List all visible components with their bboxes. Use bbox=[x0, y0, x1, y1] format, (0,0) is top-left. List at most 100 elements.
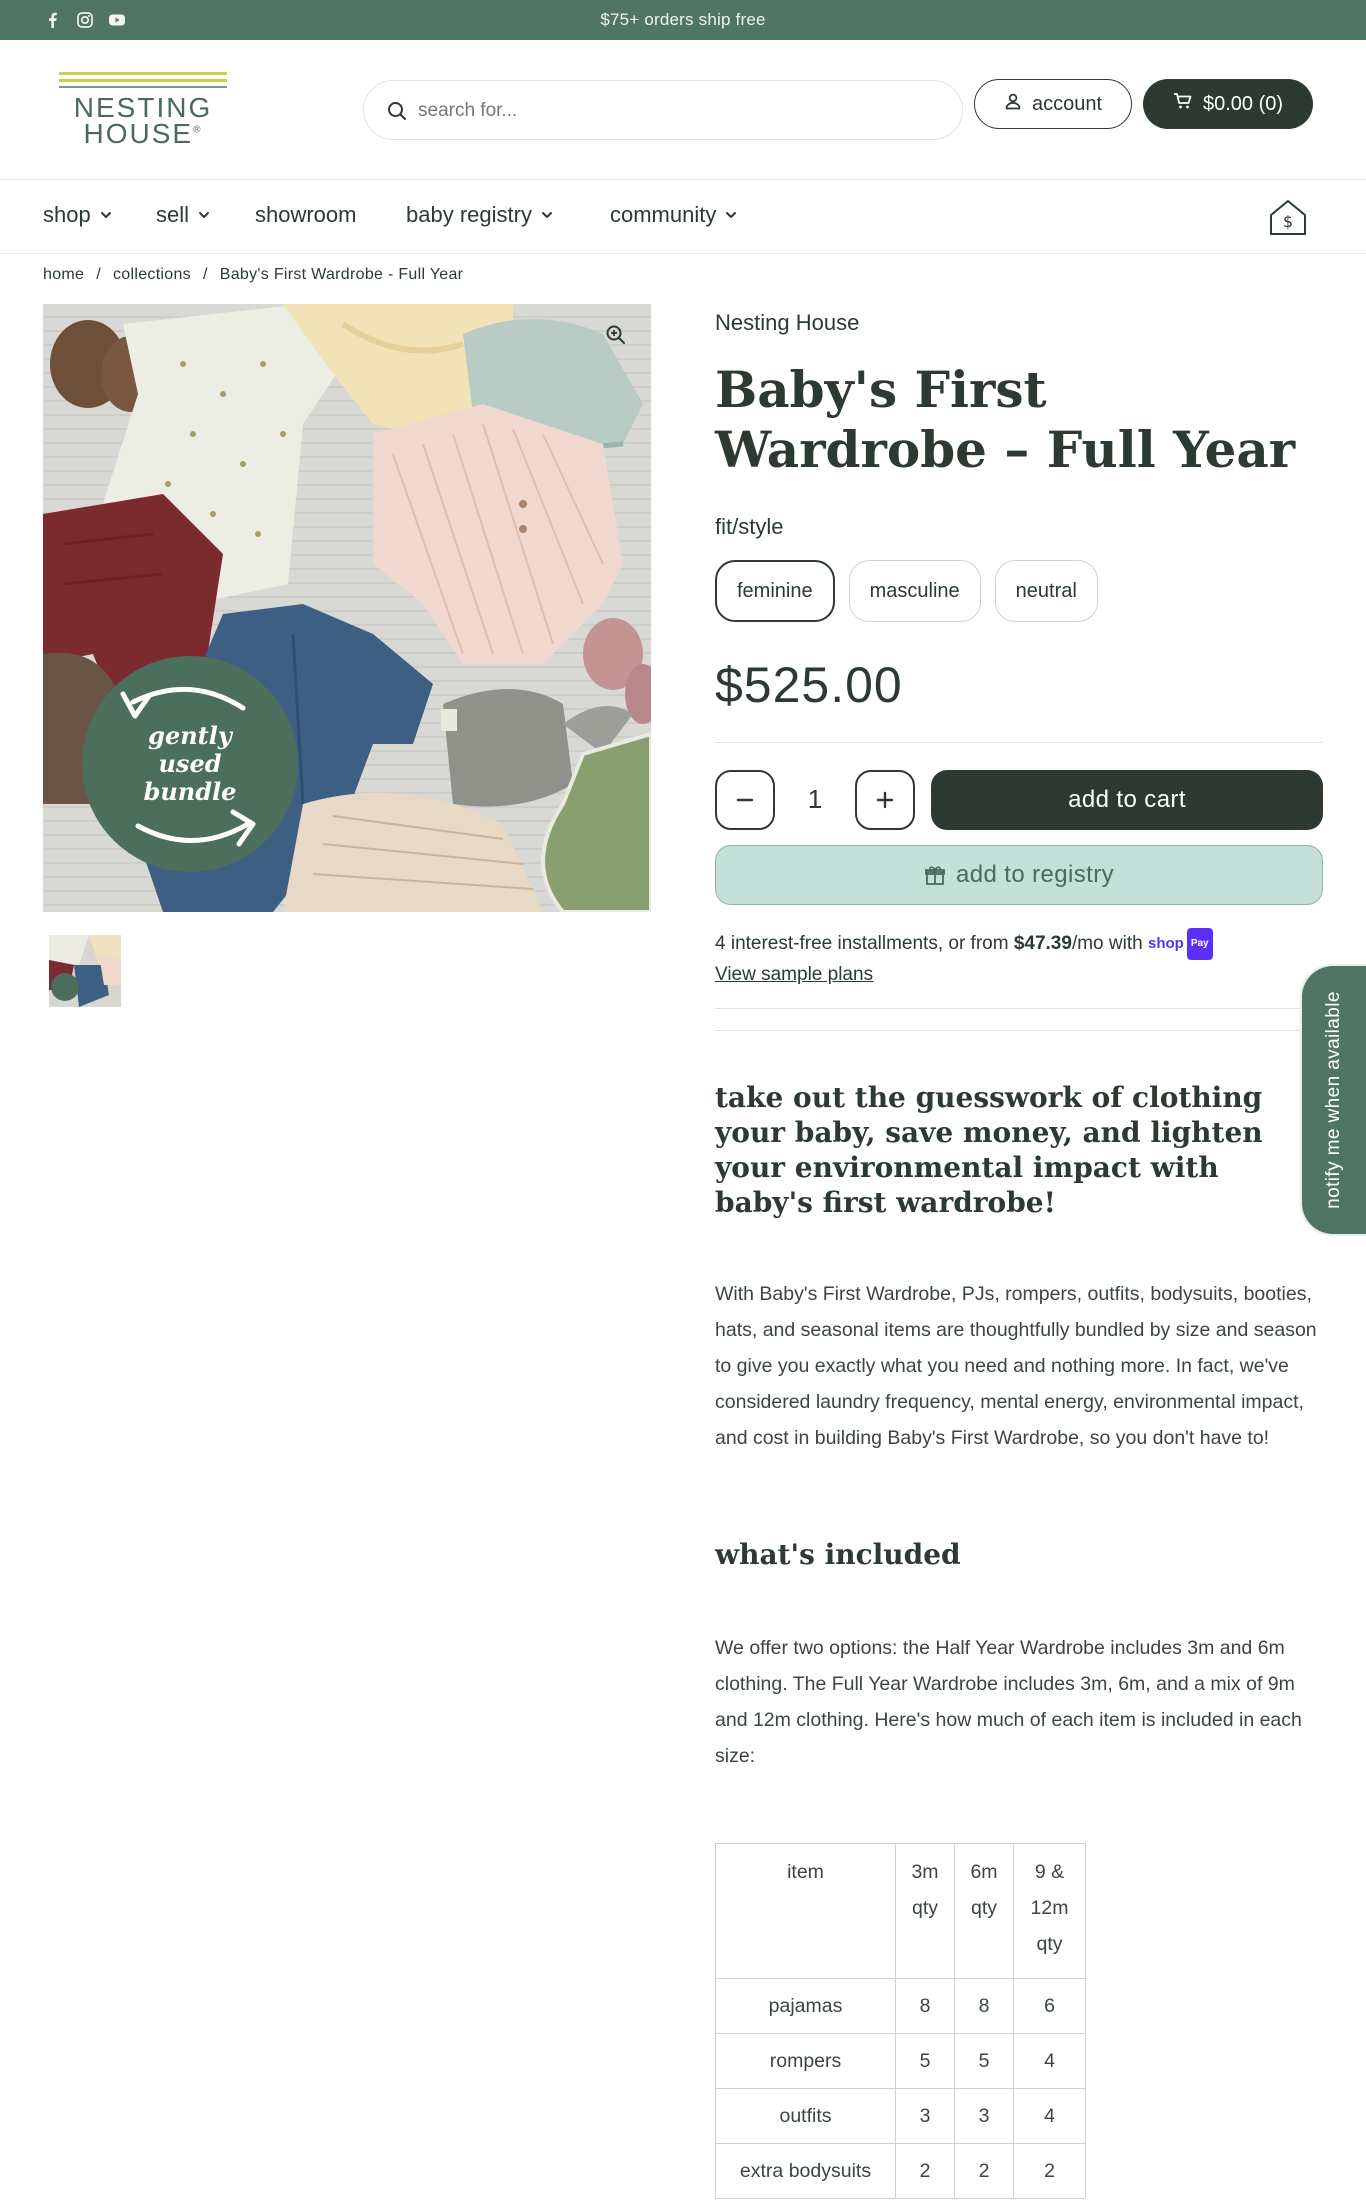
whats-included-text: We offer two options: the Half Year Ward… bbox=[715, 1637, 1302, 1767]
sell-house-dollar-icon[interactable]: $ bbox=[1267, 196, 1309, 238]
user-icon bbox=[1004, 92, 1022, 116]
product-title: Baby's First Wardrobe – Full Year bbox=[715, 360, 1296, 479]
option-feminine[interactable]: feminine bbox=[715, 560, 835, 622]
minus-icon bbox=[736, 798, 754, 802]
quantity-value[interactable]: 1 bbox=[785, 784, 845, 815]
site-header: NESTING HOUSE® account $0.00 (0) bbox=[0, 40, 1366, 180]
badge-line-3: bundle bbox=[144, 777, 237, 806]
nav-item-community[interactable]: community bbox=[610, 202, 738, 228]
nav-label: sell bbox=[156, 202, 190, 227]
option-neutral[interactable]: neutral bbox=[994, 560, 1098, 622]
divider bbox=[715, 1008, 1323, 1009]
table-row: outfits 3 3 4 bbox=[715, 2088, 1086, 2144]
chevron-down-icon bbox=[726, 212, 737, 218]
view-sample-plans-link[interactable]: View sample plans bbox=[715, 964, 873, 985]
table-cell: 3 bbox=[954, 2088, 1014, 2144]
table-cell: 8 bbox=[954, 1978, 1014, 2034]
quantity-increase-button[interactable] bbox=[855, 770, 915, 830]
option-masculine[interactable]: masculine bbox=[848, 560, 981, 622]
table-cell: 2 bbox=[1013, 2143, 1086, 2199]
divider bbox=[715, 742, 1323, 743]
svg-text:$: $ bbox=[1283, 212, 1293, 231]
table-cell: outfits bbox=[715, 2088, 896, 2144]
installments-amount: $47.39 bbox=[1013, 933, 1072, 955]
logo-word-2: HOUSE® bbox=[83, 118, 203, 149]
installments-suffix: /mo with bbox=[1071, 933, 1148, 955]
announcement-text: $75+ orders ship free bbox=[600, 10, 766, 29]
main-nav: shop sell showroom baby registry communi… bbox=[0, 180, 1366, 254]
table-cell: 5 bbox=[954, 2033, 1014, 2089]
table-cell: extra bodysuits bbox=[715, 2143, 896, 2199]
plus-icon bbox=[876, 791, 894, 809]
nav-label: baby registry bbox=[406, 202, 532, 227]
table-cell: rompers bbox=[715, 2033, 896, 2089]
nav-item-showroom[interactable]: showroom bbox=[255, 202, 356, 228]
nav-label: community bbox=[610, 202, 717, 227]
cart-icon bbox=[1173, 92, 1193, 116]
nesting-house-logo[interactable]: NESTING HOUSE® bbox=[57, 70, 229, 149]
breadcrumb-collections[interactable]: collections bbox=[113, 266, 191, 284]
description-headline: take out the guesswork of clothing your … bbox=[715, 1081, 1263, 1219]
cart-total: $0.00 (0) bbox=[1202, 92, 1284, 115]
chevron-down-icon bbox=[100, 212, 111, 218]
search-input[interactable] bbox=[418, 93, 938, 129]
breadcrumb-current: Baby's First Wardrobe - Full Year bbox=[219, 266, 464, 283]
fit-style-options: feminine masculine neutral bbox=[715, 560, 1098, 622]
table-cell: 2 bbox=[895, 2143, 955, 2199]
shop-pay-logo: shop Pay bbox=[1148, 928, 1213, 960]
table-header-row: item 3m qty 6m qty 9 & 12m qty bbox=[715, 1843, 1086, 1979]
table-row: extra bodysuits 2 2 2 bbox=[715, 2143, 1086, 2199]
add-to-cart-button[interactable]: add to cart bbox=[931, 770, 1323, 830]
table-row: pajamas 8 8 6 bbox=[715, 1978, 1086, 2034]
table-header: 3m qty bbox=[895, 1843, 955, 1979]
product-thumbnail[interactable] bbox=[49, 935, 121, 1007]
breadcrumb-separator: / bbox=[96, 266, 101, 283]
table-cell: 8 bbox=[895, 1978, 955, 2034]
search-bar[interactable] bbox=[363, 80, 963, 140]
table-row: rompers 5 5 4 bbox=[715, 2033, 1086, 2089]
notify-when-available-tab[interactable]: notify me when available bbox=[1300, 964, 1366, 1236]
table-cell: 6 bbox=[1013, 1978, 1086, 2034]
add-to-registry-label: add to registry bbox=[955, 861, 1115, 888]
chevron-down-icon bbox=[541, 212, 552, 218]
table-cell: 4 bbox=[1013, 2033, 1086, 2089]
installments-prefix: 4 interest-free installments, or from bbox=[715, 933, 1014, 955]
product-image[interactable]: gently used bundle bbox=[43, 304, 651, 912]
zoom-in-icon[interactable] bbox=[605, 324, 627, 346]
add-to-registry-button[interactable]: add to registry bbox=[715, 845, 1323, 905]
search-icon bbox=[386, 100, 408, 122]
nav-item-sell[interactable]: sell bbox=[156, 202, 211, 228]
table-header: 6m qty bbox=[954, 1843, 1014, 1979]
installments-info: 4 interest-free installments, or from $4… bbox=[715, 928, 1323, 990]
breadcrumb-home[interactable]: home bbox=[43, 266, 84, 284]
option-label: fit/style bbox=[715, 514, 784, 539]
gift-icon bbox=[925, 866, 945, 885]
account-button[interactable]: account bbox=[974, 79, 1132, 129]
nav-item-shop[interactable]: shop bbox=[43, 202, 113, 228]
divider bbox=[715, 1030, 1323, 1031]
notify-label: notify me when available bbox=[1323, 991, 1344, 1209]
description-intro: With Baby's First Wardrobe, PJs, rompers… bbox=[715, 1283, 1317, 1449]
whats-included-heading: what's included bbox=[715, 1538, 961, 1571]
nav-item-baby-registry[interactable]: baby registry bbox=[406, 202, 554, 228]
breadcrumb: home / collections / Baby's First Wardro… bbox=[43, 266, 463, 284]
badge-line-2: used bbox=[158, 749, 221, 778]
clothing-flatlay-illustration: gently used bundle bbox=[43, 304, 651, 912]
product-vendor[interactable]: Nesting House bbox=[715, 310, 859, 336]
cart-button[interactable]: $0.00 (0) bbox=[1143, 79, 1313, 129]
table-cell: 3 bbox=[895, 2088, 955, 2144]
badge-line-1: gently bbox=[148, 721, 234, 750]
quantity-table: item 3m qty 6m qty 9 & 12m qty pajamas 8… bbox=[715, 1843, 1086, 2199]
breadcrumb-separator: / bbox=[203, 266, 208, 283]
account-label: account bbox=[1031, 92, 1103, 115]
nav-label: showroom bbox=[255, 202, 357, 227]
announcement-bar: $75+ orders ship free bbox=[0, 0, 1366, 40]
table-header: 9 & 12m qty bbox=[1013, 1843, 1086, 1979]
quantity-decrease-button[interactable] bbox=[715, 770, 775, 830]
chevron-down-icon bbox=[199, 212, 210, 218]
table-cell: pajamas bbox=[715, 1978, 896, 2034]
table-cell: 5 bbox=[895, 2033, 955, 2089]
table-header: item bbox=[715, 1843, 896, 1979]
table-cell: 2 bbox=[954, 2143, 1014, 2199]
product-price: $525.00 bbox=[715, 657, 903, 713]
